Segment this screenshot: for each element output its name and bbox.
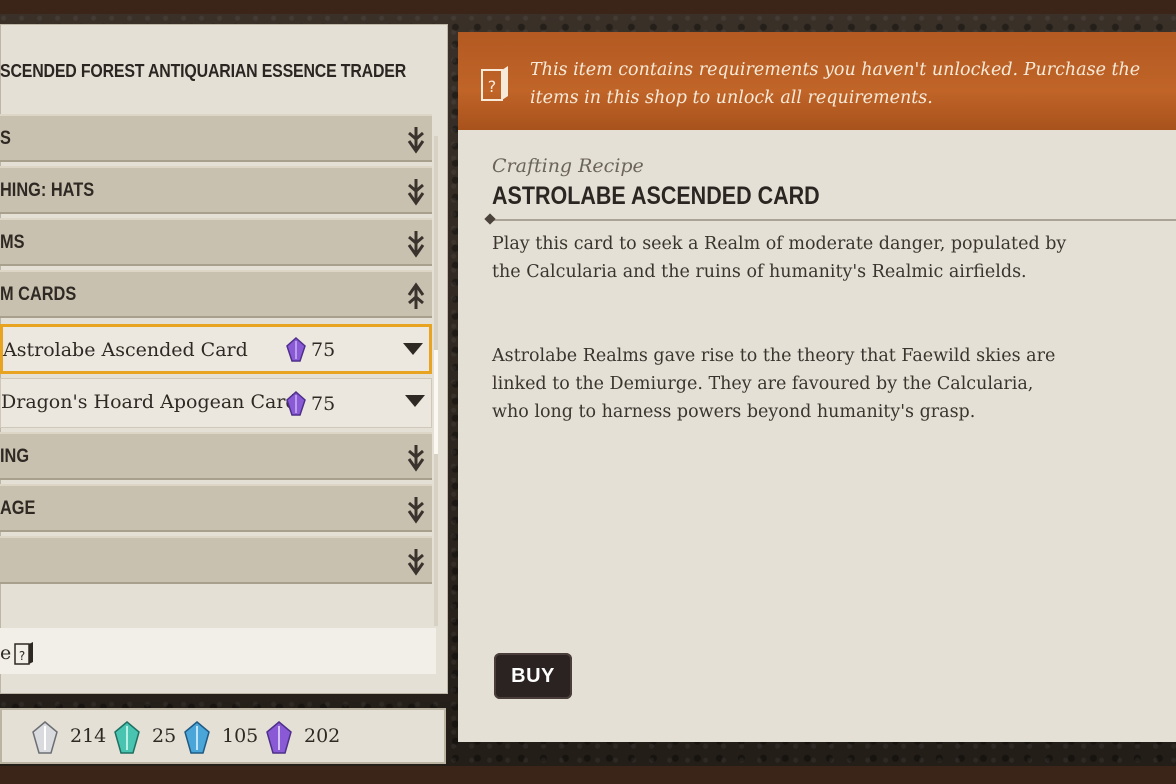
category-label: HING: HATS [0,180,95,201]
divider [488,219,1176,221]
locked-label: e [0,642,12,664]
category-label: AGE [0,498,36,519]
expand-arrow-icon[interactable] [403,343,423,355]
blue-essence-icon [184,721,210,754]
teal-essence-icon [114,721,140,754]
requirements-notice: ? This item contains requirements you ha… [458,32,1176,130]
double-chevron-down-icon [407,445,425,472]
currency-value: 202 [304,725,341,747]
item-detail-panel: ? This item contains requirements you ha… [458,32,1176,742]
purple-essence-icon [286,391,306,416]
double-chevron-down-icon [407,179,425,206]
bottom-border [0,766,1176,784]
currency-value: 105 [222,725,259,747]
buy-button[interactable]: BUY [494,653,572,699]
currency-value: 214 [70,725,107,747]
double-chevron-down-icon [407,497,425,524]
locked-items-toggle[interactable]: e ? [0,628,436,674]
shop-item-astrolabe[interactable]: Astrolabe Ascended Card 75 [0,324,432,374]
category-row[interactable]: ING [0,432,432,480]
category-row[interactable]: HING: HATS [0,166,432,214]
category-label: S [0,128,11,149]
double-chevron-down-icon [407,549,425,576]
double-chevron-up-icon [407,282,425,309]
item-name: Dragon's Hoard Apogean Card [1,391,298,413]
locked-card-icon: ? [14,642,33,665]
item-title: ASTROLABE ASCENDED CARD [492,182,820,210]
shop-title: SCENDED FOREST ANTIQUARIAN ESSENCE TRADE… [0,60,407,81]
item-name: Astrolabe Ascended Card [3,339,248,361]
top-border [0,0,1176,14]
purple-essence-icon [266,721,292,754]
double-chevron-down-icon [407,127,425,154]
item-price: 75 [311,393,336,415]
divider-ornament [484,213,496,225]
category-label: ING [0,446,30,467]
item-price: 75 [311,339,336,361]
svg-text:?: ? [19,649,25,663]
currency-value: 25 [152,725,177,747]
item-lore: Astrolabe Realms gave rise to the theory… [492,346,1056,422]
currency-bar: 214 25 105 202 [0,708,446,764]
item-type: Crafting Recipe [492,155,644,177]
category-row[interactable]: MS [0,218,432,266]
category-row[interactable]: AGE [0,484,432,532]
locked-card-icon: ? [481,66,508,101]
notice-text: This item contains requirements you have… [530,60,1141,108]
category-label: MS [0,232,25,253]
shop-panel: SCENDED FOREST ANTIQUARIAN ESSENCE TRADE… [0,24,448,694]
shop-item-dragons-hoard[interactable]: Dragon's Hoard Apogean Card 75 [0,378,432,428]
category-row[interactable]: S [0,114,432,162]
expand-arrow-icon[interactable] [405,395,425,407]
item-description: Play this card to seek a Realm of modera… [492,234,1067,282]
svg-text:?: ? [488,77,497,96]
scrollbar-thumb[interactable] [434,350,438,454]
category-row-expanded[interactable]: M CARDS [0,270,432,318]
double-chevron-down-icon [407,231,425,258]
white-essence-icon [32,721,58,754]
purple-essence-icon [286,337,306,362]
category-label: M CARDS [0,284,77,305]
category-row[interactable] [0,536,432,584]
